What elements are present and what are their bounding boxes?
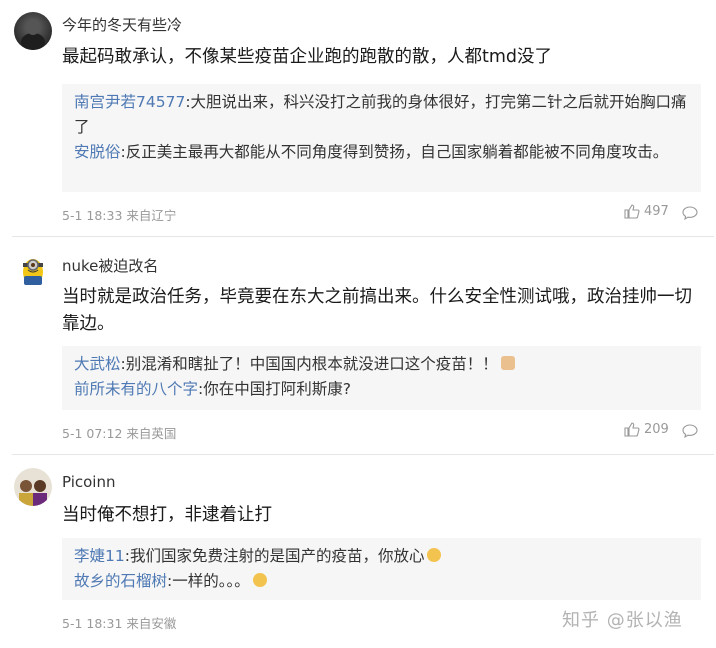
comment-meta: 5-1 07:12 来自英国 [62, 426, 177, 441]
reply-author-link[interactable]: 李婕11 [74, 547, 125, 565]
reply-text: 别混淆和瞎扯了！中国国内根本就没进口这个疫苗！！ [125, 355, 498, 373]
reply-author-link[interactable]: 故乡的石榴树 [74, 572, 167, 590]
avatar[interactable] [14, 12, 52, 50]
reply-item: 李婕11:我们国家免费注射的是国产的疫苗，你放心 [74, 544, 689, 569]
thumbs-up-icon [624, 204, 640, 219]
divider [12, 454, 714, 455]
reply-item: 安脱俗:反正美主最再大都能从不同角度得到赞扬，自己国家躺着都能被不同角度攻击。 [74, 140, 689, 165]
reply-text: 你在中国打阿利斯康? [203, 380, 351, 398]
reply-item: 南宫尹若74577:大胆说出来，科兴没打之前我的身体很好，打完第二针之后就开始胸… [74, 90, 689, 140]
laughing-emoji-icon [427, 548, 442, 562]
reply-text: 一样的。。。 [172, 572, 250, 590]
reply-item: 前所未有的八个字:你在中国打阿利斯康? [74, 377, 689, 402]
reply-list: 大武松:别混淆和瞎扯了！中国国内根本就没进口这个疫苗！！ 前所未有的八个字:你在… [62, 346, 701, 410]
reply-author-link[interactable]: 大武松 [74, 355, 121, 373]
reply-author-link[interactable]: 前所未有的八个字 [74, 380, 198, 398]
comment-meta: 5-1 18:33 来自辽宁 [62, 208, 177, 223]
comment-text: 当时俺不想打，非逮着让打 [62, 505, 272, 525]
reply-text: 反正美主最再大都能从不同角度得到赞扬，自己国家躺着都能被不同角度攻击。 [125, 143, 669, 161]
reply-text: 我们国家免费注射的是国产的疫苗，你放心 [129, 547, 425, 565]
username[interactable]: Picoinn [62, 473, 116, 491]
username[interactable]: 今年的冬天有些冷 [62, 14, 182, 35]
watermark: 知乎 @张以渔 [562, 610, 683, 631]
like-button[interactable]: 209 [624, 422, 669, 437]
divider [12, 236, 714, 237]
speech-bubble-icon[interactable] [682, 206, 698, 220]
reply-item: 故乡的石榴树:一样的。。。 [74, 569, 689, 594]
like-count: 497 [644, 204, 669, 219]
thumbs-up-icon [624, 422, 640, 437]
comment-text: 当时就是政治任务，毕竟要在东大之前搞出来。什么安全性测试哦，政治挂帅一切靠边。 [62, 287, 692, 334]
reply-author-link[interactable]: 安脱俗 [74, 143, 121, 161]
avatar[interactable] [14, 468, 52, 506]
username[interactable]: nuke被迫改名 [62, 255, 158, 276]
avatar[interactable] [14, 250, 52, 288]
thumbs-up-emoji-icon [500, 356, 515, 370]
speech-bubble-icon[interactable] [682, 424, 698, 438]
like-button[interactable]: 497 [624, 204, 669, 219]
reply-list: 南宫尹若74577:大胆说出来，科兴没打之前我的身体很好，打完第二针之后就开始胸… [62, 84, 701, 192]
reply-item: 大武松:别混淆和瞎扯了！中国国内根本就没进口这个疫苗！！ [74, 352, 689, 377]
reply-author-link[interactable]: 南宫尹若74577 [74, 93, 185, 111]
reply-list: 李婕11:我们国家免费注射的是国产的疫苗，你放心 故乡的石榴树:一样的。。。 [62, 538, 701, 600]
laughing-emoji-icon [252, 573, 267, 587]
like-count: 209 [644, 422, 669, 437]
comment-text: 最起码敢承认，不像某些疫苗企业跑的跑散的散，人都tmd没了 [62, 47, 553, 67]
comment-meta: 5-1 18:31 来自安徽 [62, 616, 177, 631]
